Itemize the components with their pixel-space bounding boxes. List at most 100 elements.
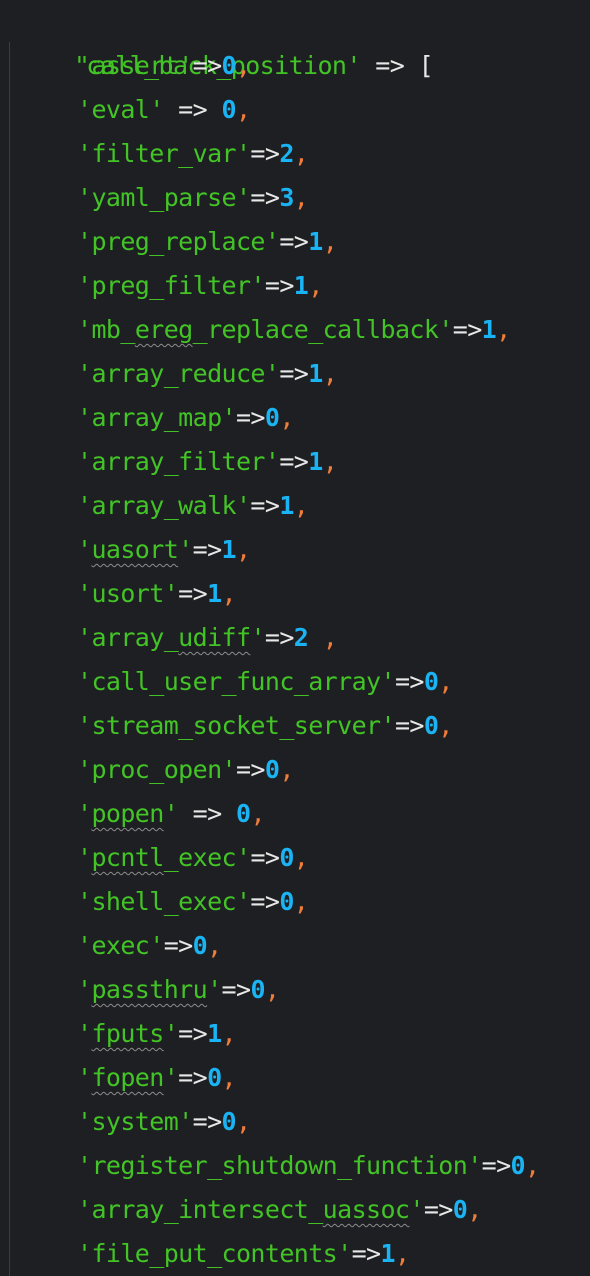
- function-name-string: yaml_parse: [91, 183, 236, 212]
- comma-separator: ,: [322, 227, 338, 256]
- function-name-string: preg_replace: [91, 227, 265, 256]
- string-part: _replace_callback': [192, 315, 454, 344]
- code-editor[interactable]: 'call_back_position' => [ 'assert'=>0,'e…: [0, 0, 590, 1276]
- position-number: 1: [308, 359, 323, 388]
- comma-separator: ,: [221, 1063, 237, 1092]
- string-part: ': [235, 887, 251, 916]
- comma-separator: ,: [496, 315, 511, 344]
- function-name-string: assert: [91, 51, 179, 80]
- code-line-entry[interactable]: 'yaml_parse'=>3,: [77, 176, 309, 220]
- position-number: 0: [264, 403, 280, 432]
- code-line-entry[interactable]: 'call_user_func_array'=>0,: [77, 660, 453, 704]
- function-name-string: fopen: [91, 1063, 164, 1092]
- function-name-string: fputs: [91, 1019, 164, 1048]
- string-part: ': [163, 579, 179, 608]
- code-line-entry[interactable]: 'fputs'=>1,: [77, 1012, 237, 1056]
- code-line-entry[interactable]: 'file_put_contents'=>1,: [77, 1232, 410, 1276]
- arrow-operator: =>: [178, 1063, 208, 1092]
- code-line-entry[interactable]: 'pcntl_exec'=>0,: [77, 836, 309, 880]
- arrow-operator: =>: [279, 359, 309, 388]
- string-part: ': [77, 271, 92, 300]
- arrow-operator: =>: [163, 931, 194, 960]
- code-line-entry[interactable]: 'uasort'=>1,: [77, 528, 251, 572]
- position-number: 1: [207, 579, 222, 608]
- string-part: ': [77, 403, 92, 432]
- code-line-entry[interactable]: 'system'=>0,: [77, 1100, 251, 1144]
- string-part: ': [77, 931, 92, 960]
- comma-separator: ,: [293, 887, 309, 916]
- arrow-operator: =>: [279, 447, 309, 476]
- code-line-entry[interactable]: 'array_walk'=>1,: [77, 484, 309, 528]
- code-line-entry[interactable]: 'array_intersect_uassoc'=>0,: [77, 1188, 482, 1232]
- code-line-entry[interactable]: 'register_shutdown_function'=>0,: [77, 1144, 540, 1188]
- comma-separator: ,: [293, 843, 309, 872]
- string-part: ': [409, 1195, 424, 1224]
- comma-separator: ,: [308, 271, 323, 300]
- position-number: 0: [235, 799, 251, 828]
- string-part: ': [77, 711, 92, 740]
- string-part: ': [207, 975, 222, 1004]
- code-line-entry[interactable]: 'mb_ereg_replace_callback'=>1,: [77, 308, 511, 352]
- arrow-operator: =>: [394, 667, 425, 696]
- position-number: 0: [279, 887, 294, 916]
- code-line-entry[interactable]: 'assert'=>0,: [77, 44, 251, 88]
- function-name-string: usort: [91, 579, 164, 608]
- code-line-entry[interactable]: 'proc_open'=>0,: [77, 748, 294, 792]
- code-line-entry[interactable]: 'array_reduce'=>1,: [77, 352, 338, 396]
- arrow-operator: =>: [250, 139, 280, 168]
- comma-separator: ,: [207, 931, 222, 960]
- code-line-entry[interactable]: 'preg_filter'=>1,: [77, 264, 323, 308]
- code-line-header[interactable]: 'call_back_position' => [: [14, 0, 434, 80]
- code-line-entry[interactable]: 'exec'=>0,: [77, 924, 222, 968]
- comma-separator: ,: [235, 95, 251, 124]
- string-part: ': [77, 51, 92, 80]
- code-line-entry[interactable]: 'usort'=>1,: [77, 572, 237, 616]
- arrow-operator: =>: [394, 711, 425, 740]
- position-number: 1: [308, 447, 323, 476]
- string-part: 'array_: [77, 623, 179, 652]
- string-part: ': [77, 667, 92, 696]
- comma-separator: ,: [467, 1195, 482, 1224]
- string-part: ': [77, 1239, 92, 1268]
- comma-separator: ,: [250, 799, 265, 828]
- code-line-entry[interactable]: 'array_udiff'=>2 ,: [77, 616, 338, 660]
- comma-separator: ,: [438, 667, 453, 696]
- code-line-entry[interactable]: 'array_map'=>0,: [77, 396, 294, 440]
- code-line-entry[interactable]: 'fopen'=>0,: [77, 1056, 237, 1100]
- string-part: ': [178, 1107, 193, 1136]
- function-name-string: proc_open: [91, 755, 222, 784]
- function-name-string: call_user_func_array: [91, 667, 381, 696]
- arrow-operator: =>: [250, 843, 280, 872]
- function-name-string: system: [91, 1107, 179, 1136]
- comma-separator: ,: [293, 183, 309, 212]
- code-line-entry[interactable]: 'preg_replace'=>1,: [77, 220, 338, 264]
- function-name-string: array_filter: [91, 447, 265, 476]
- code-line-entry[interactable]: 'array_filter'=>1,: [77, 440, 338, 484]
- function-name-string: pcntl: [91, 843, 164, 872]
- string-part: ': [77, 887, 92, 916]
- string-part: ': [77, 491, 92, 520]
- function-name-string: uassoc: [322, 1195, 410, 1224]
- code-line-entry[interactable]: 'stream_socket_server'=>0,: [77, 704, 453, 748]
- code-line-entry[interactable]: 'filter_var'=>2,: [77, 132, 309, 176]
- code-line-entry[interactable]: 'popen' => 0,: [77, 792, 266, 836]
- position-number: 0: [221, 95, 237, 124]
- position-number: 0: [221, 51, 237, 80]
- function-name-string: popen: [91, 799, 164, 828]
- string-part: ': [178, 535, 193, 564]
- arrow-operator: =>: [481, 1151, 512, 1180]
- arrow-operator: =>: [192, 1107, 223, 1136]
- string-part: ': [235, 491, 251, 520]
- string-part: ': [77, 755, 92, 784]
- comma-separator: ,: [293, 491, 309, 520]
- arrow-operator: =>: [235, 403, 266, 432]
- position-number: 0: [423, 711, 439, 740]
- indent-guide: [9, 42, 10, 1276]
- function-name-string: udiff: [178, 623, 251, 652]
- arrow-operator: =>: [279, 227, 309, 256]
- position-number: 2: [279, 139, 294, 168]
- code-line-entry[interactable]: 'passthru'=>0,: [77, 968, 280, 1012]
- array-open-operator: => [: [360, 51, 434, 80]
- code-line-entry[interactable]: 'eval' => 0,: [77, 88, 251, 132]
- code-line-entry[interactable]: 'shell_exec'=>0,: [77, 880, 309, 924]
